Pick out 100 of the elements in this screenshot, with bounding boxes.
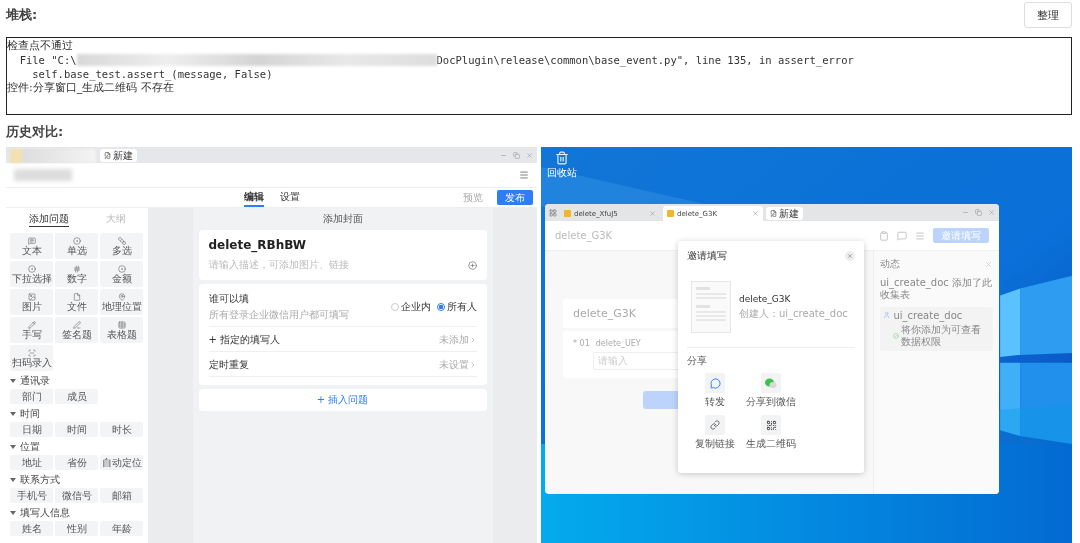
share-action[interactable]: 转发 (687, 373, 743, 409)
field-chip[interactable]: 部门 (10, 389, 53, 404)
field-chip[interactable]: 地址 (10, 455, 53, 470)
field-chip[interactable]: 时长 (100, 422, 143, 437)
close-icon[interactable] (984, 259, 993, 269)
question-type-tile[interactable]: 图片 (10, 289, 53, 315)
blurred-address (14, 169, 72, 181)
close-icon[interactable] (988, 209, 995, 216)
question-type-tile[interactable]: 文件 (55, 289, 98, 315)
restore-icon[interactable] (975, 209, 982, 216)
grid-icon[interactable] (549, 208, 557, 217)
group-title: 通讯录 (20, 373, 50, 388)
group-title: 联系方式 (20, 472, 60, 487)
close-icon[interactable] (649, 210, 656, 217)
caret-icon[interactable] (10, 510, 16, 515)
question-type-tile[interactable]: 签名题 (55, 317, 98, 343)
question-type-tile[interactable]: 手写 (10, 317, 53, 343)
trace-line: self.base_test.assert_(message, False) (31, 67, 274, 81)
caret-icon[interactable] (10, 444, 16, 449)
radio-label: 所有人 (446, 300, 477, 314)
close-icon[interactable] (752, 210, 759, 217)
minimize-icon[interactable] (962, 209, 969, 216)
setting-label: + 指定的填写人 (208, 333, 281, 347)
history-heading: 历史对比: (6, 123, 64, 141)
question-type-tile[interactable]: 单选 (55, 233, 98, 259)
question-type-tile[interactable]: 文本 (10, 233, 53, 259)
tile-label: 地理位置 (101, 301, 142, 312)
field-chip[interactable]: 省份 (55, 455, 98, 470)
file-icon (72, 292, 81, 301)
field-chip[interactable]: 时间 (55, 422, 98, 437)
new-tab[interactable]: 新建 (766, 207, 803, 220)
tile-label: 表格题 (106, 329, 137, 340)
question-type-tile[interactable]: 下拉选择 (10, 261, 53, 287)
setting-label: 谁可以填 (208, 292, 250, 306)
tidy-button[interactable]: 整理 (1024, 2, 1072, 28)
group-title: 位置 (20, 439, 40, 454)
field-chip[interactable]: 年龄 (100, 521, 143, 536)
field-chip[interactable]: 邮箱 (100, 488, 143, 503)
trace-line: 控件:分享窗口_生成二维码 不存在 (7, 81, 174, 95)
field-chip[interactable]: 日期 (10, 422, 53, 437)
share-action[interactable]: 分享到微信 (743, 373, 799, 409)
field-chip[interactable]: 成员 (55, 389, 98, 404)
setting-value: 未设置 (438, 358, 469, 372)
trace-line: File "C:\ (19, 53, 77, 67)
comment-icon[interactable] (897, 230, 907, 241)
trace-line: 检查点不通过 (7, 39, 74, 53)
radio-icon (72, 236, 81, 245)
document-icon (667, 210, 674, 217)
question-type-tile[interactable]: 金额 (100, 261, 143, 287)
publish-button[interactable]: 发布 (497, 190, 533, 205)
document-icon (564, 210, 571, 217)
field-chip[interactable]: 自动定位 (100, 455, 143, 470)
close-icon[interactable] (845, 251, 855, 261)
scan-icon (27, 348, 36, 357)
field-chip[interactable]: 姓名 (10, 521, 53, 536)
checkbox-icon (117, 236, 126, 245)
field-chip[interactable]: 手机号 (10, 488, 53, 503)
radio-icon (27, 264, 36, 273)
tile-label: 扫码录入 (11, 357, 52, 368)
question-type-tile[interactable]: 表格题 (100, 317, 143, 343)
new-tab[interactable]: 新建 (100, 149, 137, 162)
radio-button[interactable] (436, 303, 445, 311)
setting-hint: 所有登录企业微信用户都可填写 (208, 308, 349, 322)
field-chip[interactable]: 微信号 (55, 488, 98, 503)
edit-icon (104, 152, 111, 159)
insert-question-button[interactable]: + 插入问题 (198, 389, 487, 411)
tile-label: 图片 (21, 301, 42, 312)
question-type-tile[interactable]: 扫码录入 (10, 345, 53, 371)
desktop-icon-label: 回收站 (547, 166, 577, 180)
setting-label: 定时重复 (208, 358, 249, 372)
share-action[interactable]: 生成二维码 (743, 415, 799, 451)
panel-tab[interactable]: 添加问题 (28, 211, 69, 227)
close-icon[interactable] (526, 151, 533, 159)
link-icon (710, 420, 720, 430)
activity-text: 将你添加为可查看数据权限 (901, 324, 983, 348)
document-title: delete_G3K (555, 230, 613, 241)
clipboard-icon[interactable] (879, 230, 889, 241)
image-icon (27, 292, 36, 301)
caret-icon[interactable] (10, 378, 16, 383)
question-type-tile[interactable]: 地理位置 (100, 289, 143, 315)
pen-icon (72, 320, 81, 329)
caret-icon[interactable] (10, 411, 16, 416)
field-chip[interactable]: 性别 (55, 521, 98, 536)
caret-icon[interactable] (10, 477, 16, 482)
restore-icon[interactable] (513, 151, 520, 159)
radio-button[interactable] (390, 303, 399, 311)
add-icon[interactable] (467, 260, 477, 270)
menu-icon[interactable] (519, 170, 529, 180)
menu-icon[interactable] (915, 230, 925, 241)
share-action[interactable]: 复制链接 (687, 415, 743, 451)
question-type-tile[interactable]: 多选 (100, 233, 143, 259)
tile-label: 下拉选择 (11, 273, 52, 284)
add-cover-link[interactable]: 添加封面 (198, 212, 487, 226)
question-number: * 01 (573, 339, 590, 348)
question-type-tile[interactable]: 数字 (55, 261, 98, 287)
nav-tab[interactable]: 设置 (279, 188, 300, 207)
table-icon (117, 320, 126, 329)
tile-label: 金额 (111, 273, 132, 284)
tile-label: 数字 (66, 273, 87, 284)
trash-icon[interactable] (555, 151, 569, 165)
